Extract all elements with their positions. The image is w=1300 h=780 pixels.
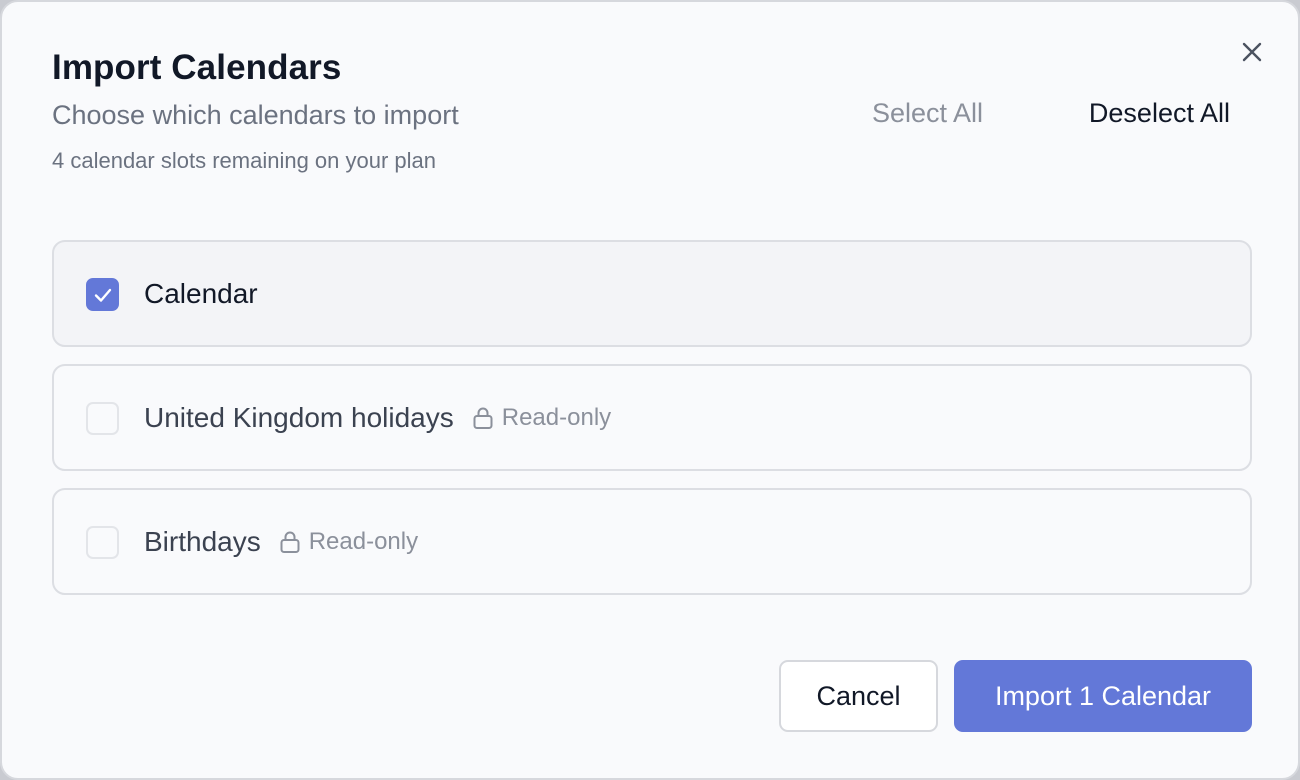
calendar-name: United Kingdom holidays — [144, 402, 454, 433]
calendar-checkbox[interactable] — [86, 526, 119, 559]
close-icon — [1242, 42, 1262, 62]
deselect-all-button[interactable]: Deselect All — [1064, 98, 1230, 129]
calendar-checkbox[interactable] — [86, 278, 119, 311]
dialog-subtitle: Choose which calendars to import — [52, 100, 459, 130]
calendar-label: United Kingdom holidays Read-only — [144, 402, 611, 434]
calendar-label: Birthdays Read-only — [144, 526, 418, 558]
calendar-name: Calendar — [144, 278, 258, 309]
calendar-checkbox[interactable] — [86, 402, 119, 435]
calendar-row-calendar[interactable]: Calendar — [52, 240, 1252, 347]
lock-icon — [280, 531, 300, 553]
select-all-button[interactable]: Select All — [872, 98, 983, 129]
read-only-badge: Read-only — [472, 404, 611, 432]
dialog-title: Import Calendars — [52, 48, 342, 87]
read-only-badge: Read-only — [279, 528, 418, 556]
import-calendars-dialog: Import Calendars Choose which calendars … — [0, 0, 1300, 780]
lock-icon — [473, 407, 493, 429]
close-button[interactable] — [1236, 36, 1268, 68]
import-button[interactable]: Import 1 Calendar — [954, 660, 1252, 732]
quota-text: 4 calendar slots remaining on your plan — [52, 148, 437, 173]
calendar-row-uk-holidays[interactable]: United Kingdom holidays Read-only — [52, 364, 1252, 471]
calendar-row-birthdays[interactable]: Birthdays Read-only — [52, 488, 1252, 595]
cancel-button[interactable]: Cancel — [779, 660, 938, 732]
read-only-label: Read-only — [308, 528, 419, 555]
calendar-name: Birthdays — [144, 526, 261, 557]
calendar-label: Calendar — [144, 278, 258, 310]
read-only-label: Read-only — [501, 404, 612, 431]
checkmark-icon — [94, 288, 111, 302]
